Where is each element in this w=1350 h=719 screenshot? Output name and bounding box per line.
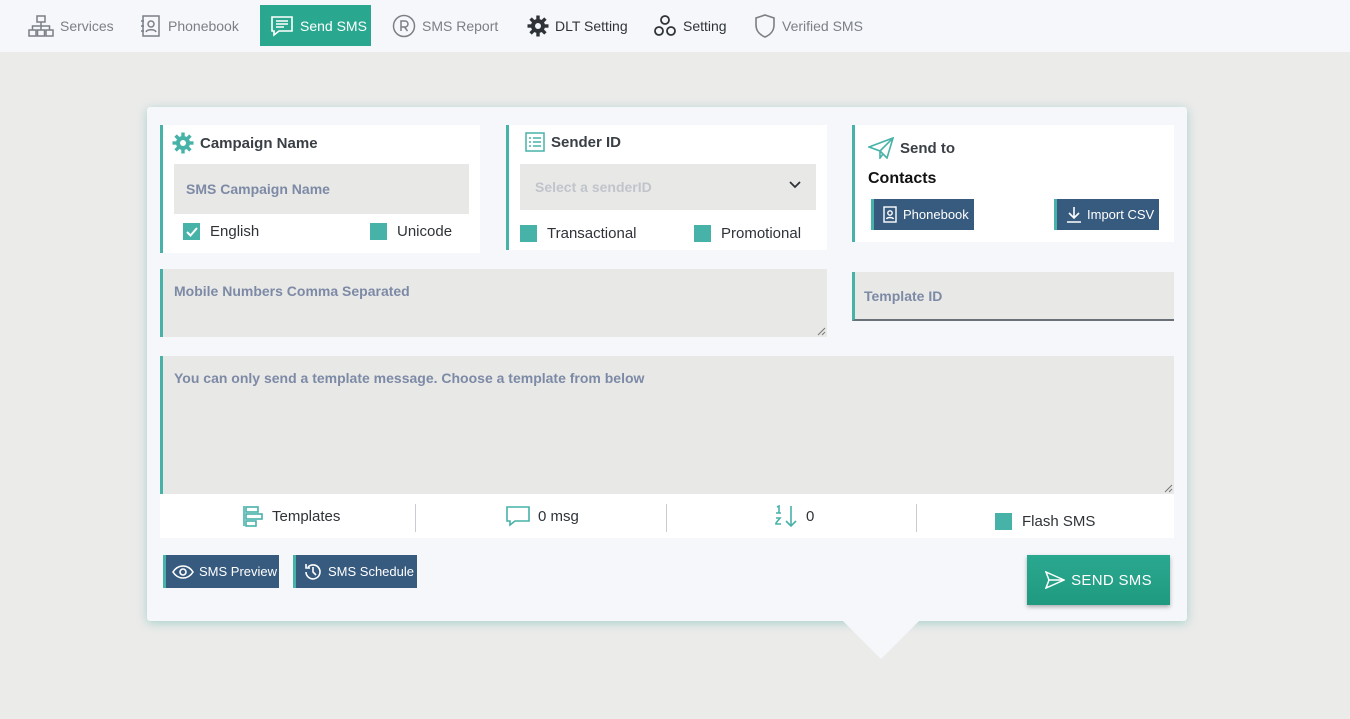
phonebook-button-label: Phonebook <box>903 207 969 222</box>
import-csv-button[interactable]: Import CSV <box>1054 199 1159 230</box>
message-stats-bar: Templates 0 msg 0 Flash SMS <box>160 494 1174 538</box>
history-icon <box>305 563 321 580</box>
sort-count: 0 <box>774 494 814 538</box>
eye-icon <box>172 564 194 579</box>
sms-schedule-button[interactable]: SMS Schedule <box>293 555 417 588</box>
message-placeholder: You can only send a template message. Ch… <box>174 370 645 386</box>
unicode-label: Unicode <box>397 223 453 240</box>
campaign-title-label: Campaign Name <box>200 134 318 152</box>
mobile-numbers-input[interactable]: Mobile Numbers Comma Separated <box>160 269 827 337</box>
nav-setting[interactable]: Setting <box>653 5 727 46</box>
shield-icon <box>755 13 775 38</box>
english-checkbox[interactable]: English <box>183 223 259 240</box>
chat-bubble-icon <box>506 506 530 527</box>
checkbox-box <box>520 225 537 242</box>
nav-sms-report[interactable]: SMS Report <box>392 5 498 46</box>
download-icon <box>1067 206 1081 223</box>
sender-id-select[interactable]: Select a senderID <box>520 164 816 210</box>
nav-send-sms-label: Send SMS <box>300 17 367 34</box>
sms-preview-button[interactable]: SMS Preview <box>163 555 279 588</box>
nav-verified-sms[interactable]: Verified SMS <box>754 5 863 46</box>
gear-icon <box>527 15 549 36</box>
message-input[interactable]: You can only send a template message. Ch… <box>160 356 1174 494</box>
nav-dlt-setting[interactable]: DLT Setting <box>527 5 628 46</box>
top-navigation: Services Phonebook Send SMS SMS Report D… <box>0 0 1350 52</box>
message-count-label: 0 msg <box>538 507 579 525</box>
sender-list-icon <box>525 132 545 152</box>
checkbox-checked <box>183 223 200 240</box>
checkbox-box <box>370 223 387 240</box>
message-count: 0 msg <box>506 494 579 538</box>
divider <box>415 504 416 532</box>
divider <box>916 504 917 532</box>
nav-verified-sms-label: Verified SMS <box>782 17 863 34</box>
phonebook-button[interactable]: Phonebook <box>871 199 974 230</box>
mobile-numbers-placeholder: Mobile Numbers Comma Separated <box>174 283 410 299</box>
template-id-input[interactable]: Template ID <box>852 272 1174 321</box>
paper-plane-icon <box>868 137 894 159</box>
divider <box>666 504 667 532</box>
nav-sms-report-label: SMS Report <box>422 17 499 34</box>
nav-setting-label: Setting <box>683 17 727 34</box>
sort-count-label: 0 <box>806 507 815 525</box>
send-sms-button[interactable]: SEND SMS <box>1027 555 1170 605</box>
contact-book-icon <box>883 206 897 223</box>
sort-numeric-icon <box>775 504 797 528</box>
sender-select-placeholder: Select a senderID <box>535 179 652 195</box>
sender-title: Sender ID <box>525 132 621 152</box>
transactional-checkbox[interactable]: Transactional <box>520 225 637 242</box>
sms-schedule-label: SMS Schedule <box>328 564 414 579</box>
nav-services-label: Services <box>60 17 114 34</box>
templates-icon <box>243 506 263 527</box>
english-label: English <box>210 223 260 240</box>
nav-services[interactable]: Services <box>28 5 114 46</box>
contact-book-icon <box>141 14 160 37</box>
nav-dlt-setting-label: DLT Setting <box>555 17 628 34</box>
send-sms-label: SEND SMS <box>1071 571 1152 589</box>
unicode-checkbox[interactable]: Unicode <box>370 223 452 240</box>
templates-link[interactable]: Templates <box>242 494 340 538</box>
checkbox-box <box>694 225 711 242</box>
message-icon <box>271 15 293 37</box>
nav-send-sms[interactable]: Send SMS <box>260 5 371 46</box>
campaign-title: Campaign Name <box>172 132 318 154</box>
checkmark-icon <box>185 226 198 237</box>
import-csv-label: Import CSV <box>1087 207 1155 222</box>
promotional-checkbox[interactable]: Promotional <box>694 225 801 242</box>
contacts-label: Contacts <box>868 170 937 187</box>
flash-sms-label: Flash SMS <box>1022 513 1096 530</box>
nav-phonebook-label: Phonebook <box>168 17 239 34</box>
transactional-label: Transactional <box>547 225 637 242</box>
sitemap-icon <box>28 14 54 37</box>
chevron-down-icon <box>789 181 801 189</box>
resize-grip-icon[interactable] <box>1163 483 1173 493</box>
resize-grip-icon[interactable] <box>816 326 826 336</box>
templates-label: Templates <box>272 507 341 525</box>
campaign-name-input[interactable]: SMS Campaign Name <box>174 164 469 214</box>
sms-preview-label: SMS Preview <box>199 564 278 579</box>
promotional-label: Promotional <box>721 225 802 242</box>
checkbox-box <box>995 513 1012 530</box>
registered-icon <box>392 14 416 37</box>
nav-phonebook[interactable]: Phonebook <box>140 5 239 46</box>
flash-sms-checkbox[interactable]: Flash SMS <box>995 513 1095 530</box>
send-to-title: Send to <box>868 137 955 159</box>
sender-title-label: Sender ID <box>551 133 622 151</box>
gear-icon <box>172 132 194 154</box>
campaign-name-placeholder: SMS Campaign Name <box>186 181 330 197</box>
card-pointer <box>843 621 919 659</box>
send-icon <box>1045 571 1066 589</box>
cogs-icon <box>654 14 676 36</box>
template-id-placeholder: Template ID <box>864 287 943 304</box>
send-to-title-label: Send to <box>900 139 955 157</box>
